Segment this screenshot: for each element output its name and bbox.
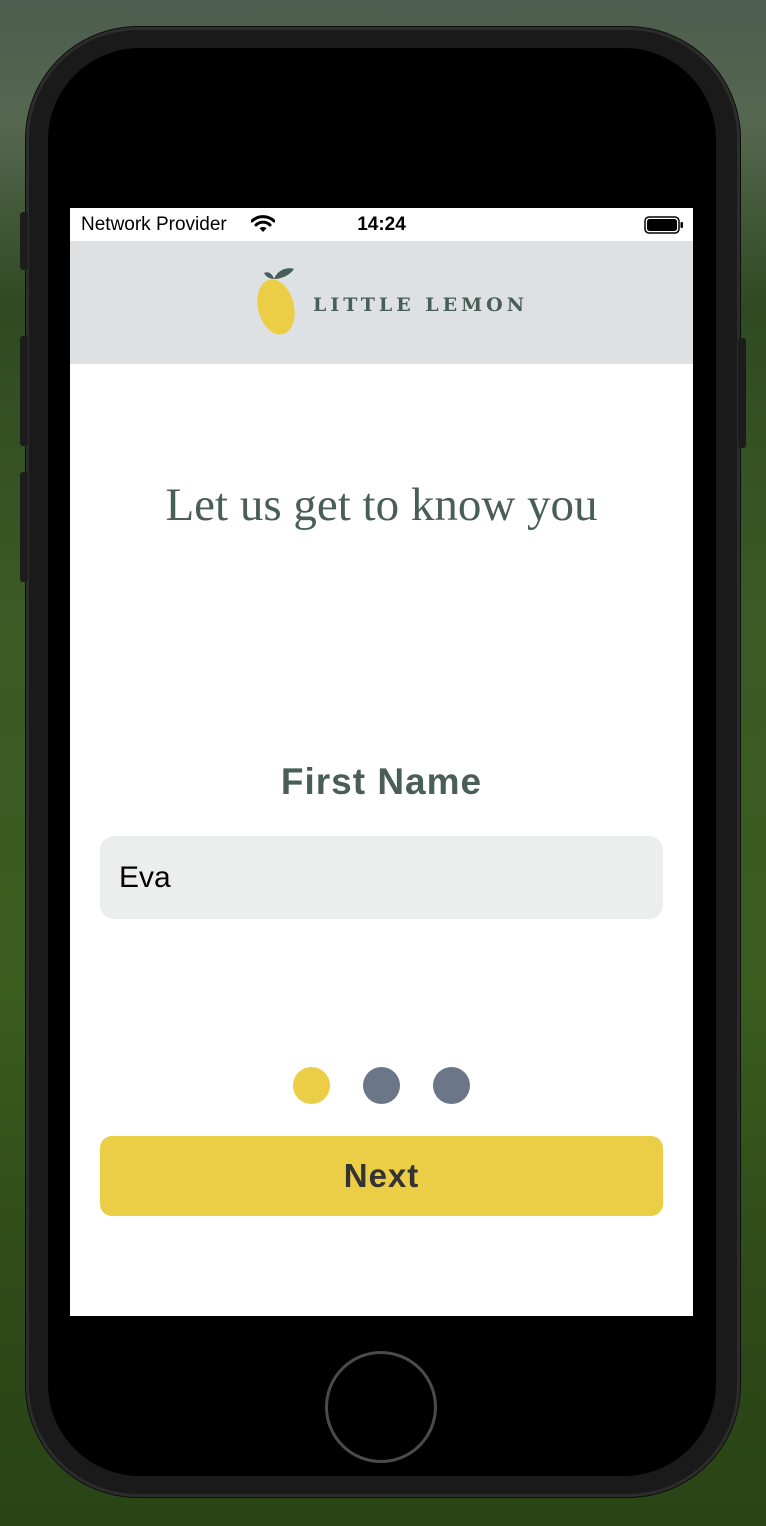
- page-dot-3[interactable]: [433, 1067, 470, 1104]
- first-name-input[interactable]: [100, 836, 663, 919]
- battery-full-icon: [644, 216, 684, 239]
- next-button[interactable]: Next: [100, 1136, 663, 1216]
- lemon-icon: [254, 265, 302, 342]
- app-screen: Network Provider 14:24 LITTLE LEMON Let …: [70, 208, 693, 1316]
- logo-text: LITTLE LEMON: [313, 294, 529, 316]
- first-name-label: First Name: [280, 761, 483, 802]
- page-dot-1[interactable]: [293, 1067, 330, 1104]
- page-dot-2[interactable]: [363, 1067, 400, 1104]
- power-button: [738, 338, 746, 448]
- volume-down-button: [20, 472, 28, 582]
- welcome-title: Let us get to know you: [165, 479, 598, 531]
- status-time: 14:24: [357, 214, 406, 235]
- page-indicator: [70, 1067, 693, 1105]
- status-bar: Network Provider 14:24: [70, 208, 693, 241]
- app-header: LITTLE LEMON: [70, 241, 693, 364]
- mute-switch: [20, 212, 28, 270]
- home-button[interactable]: [325, 1351, 437, 1463]
- volume-up-button: [20, 336, 28, 446]
